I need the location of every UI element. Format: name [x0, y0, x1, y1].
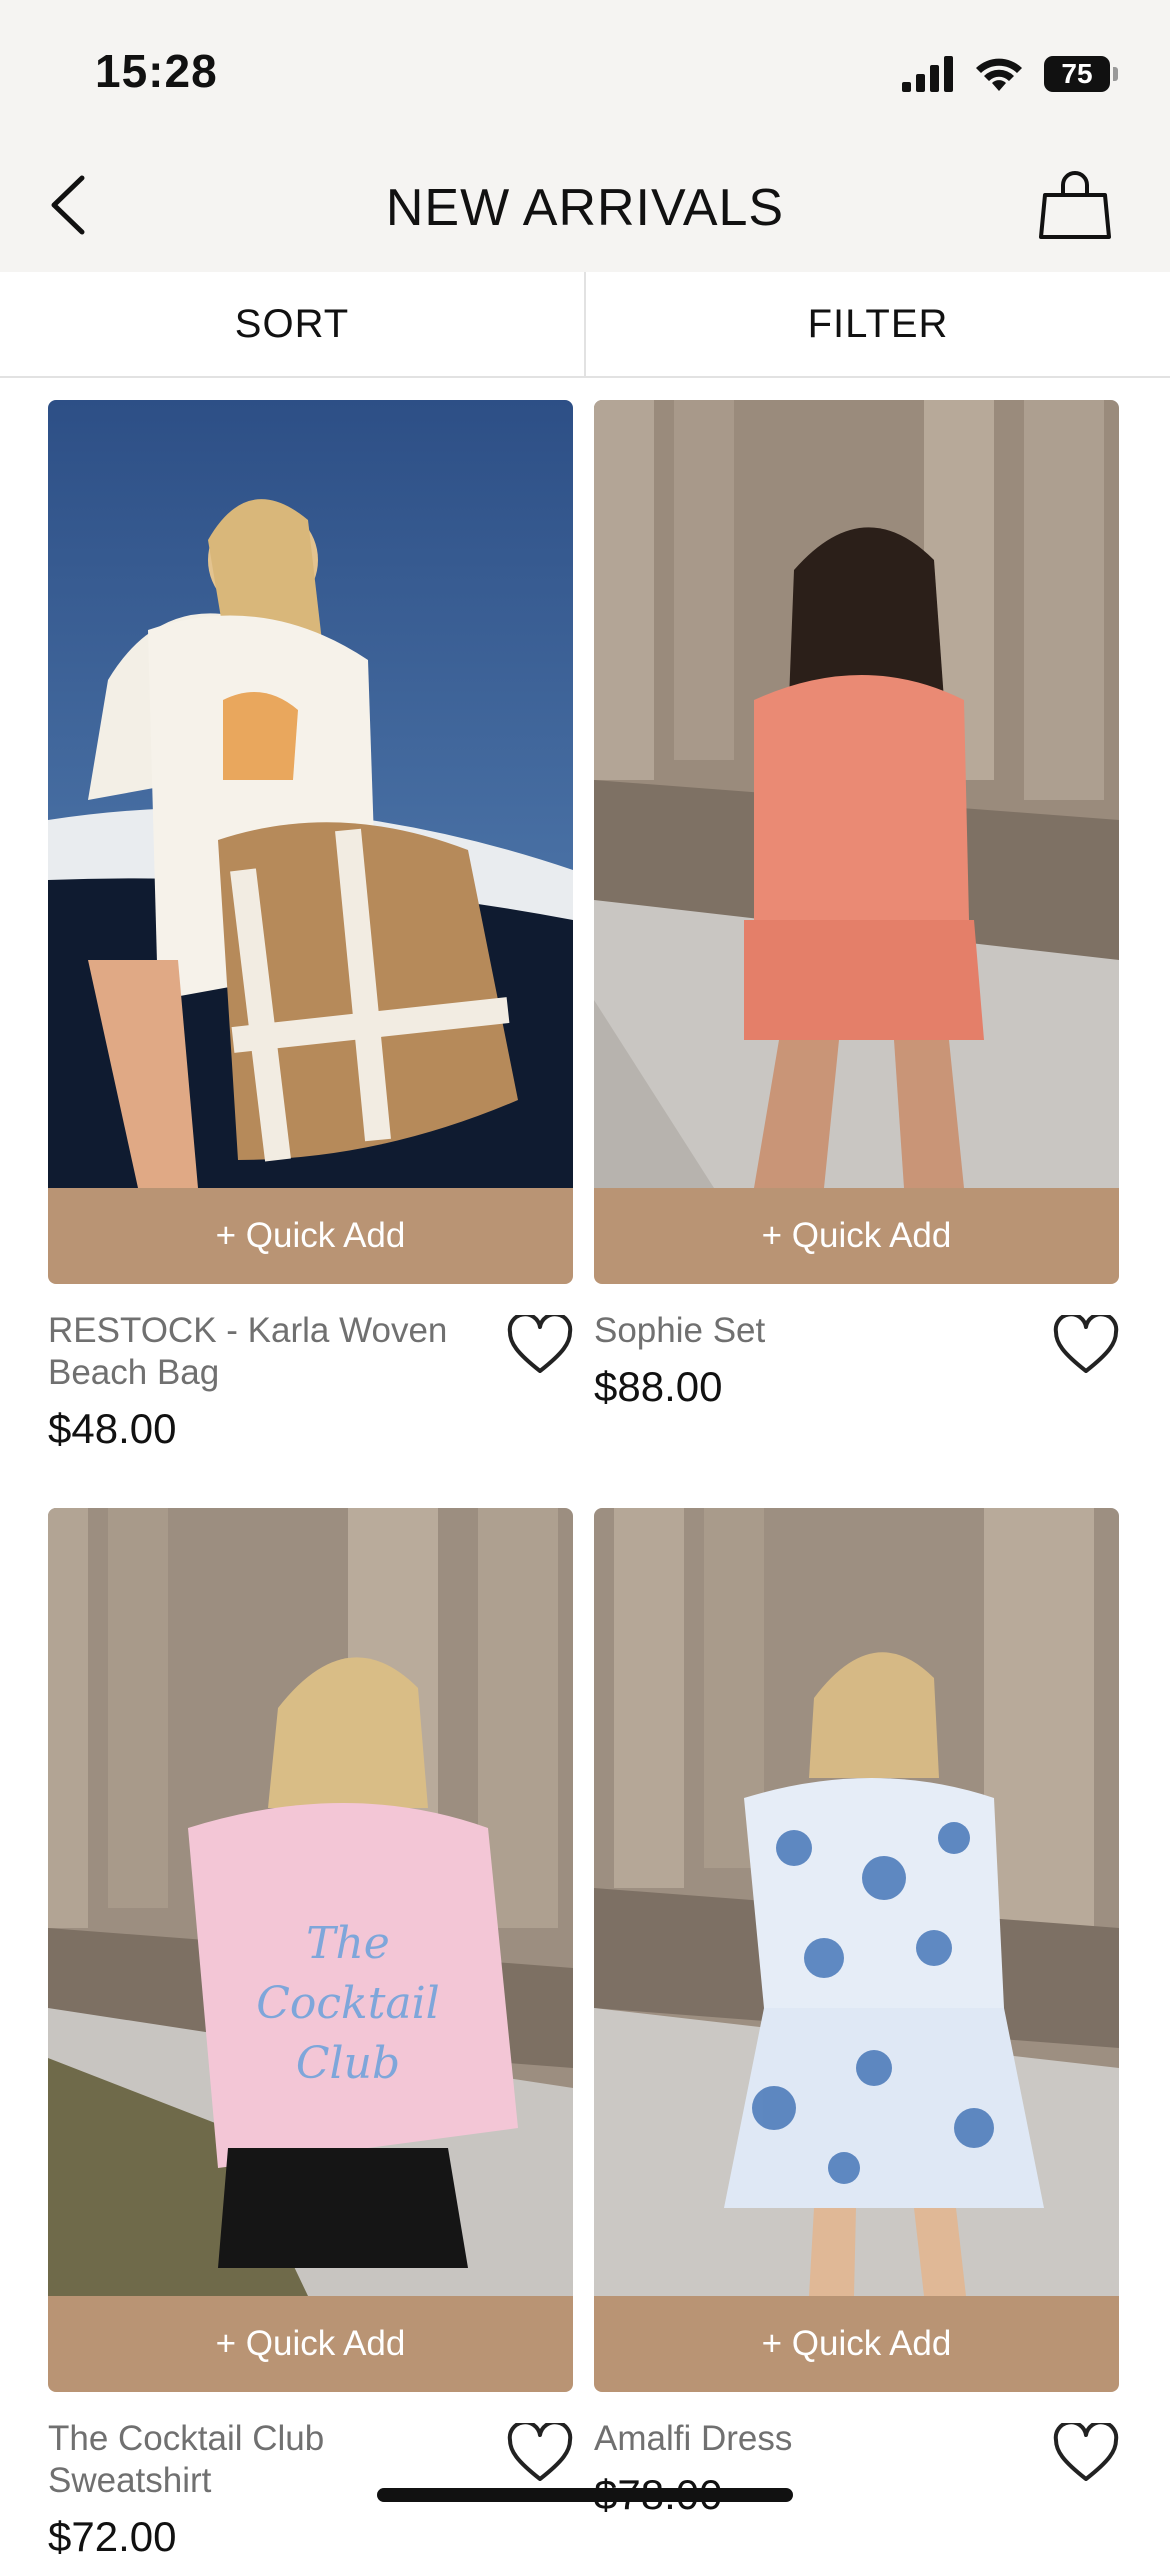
svg-text:Club: Club: [296, 2038, 400, 2089]
heart-icon[interactable]: [1053, 1315, 1119, 1375]
status-time: 15:28: [95, 45, 218, 97]
svg-text:Cocktail: Cocktail: [256, 1978, 440, 2029]
nav-bar: NEW ARRIVALS: [0, 140, 1170, 272]
heart-icon[interactable]: [507, 2423, 573, 2483]
quick-add-button[interactable]: + Quick Add: [594, 1188, 1119, 1284]
product-image[interactable]: [594, 400, 1119, 1188]
quick-add-button[interactable]: + Quick Add: [48, 2296, 573, 2392]
product-price: $48.00: [48, 1405, 177, 1452]
shopping-bag-icon[interactable]: [1035, 165, 1115, 245]
product-name[interactable]: Amalfi Dress: [594, 2418, 1014, 2460]
page-title: NEW ARRIVALS: [385, 179, 785, 237]
product-name[interactable]: Sophie Set: [594, 1310, 1014, 1352]
quick-add-button[interactable]: + Quick Add: [48, 1188, 573, 1284]
filter-button[interactable]: FILTER: [586, 272, 1170, 376]
status-bar: 15:28 75: [0, 0, 1170, 140]
battery-icon: 75: [1044, 56, 1118, 92]
heart-icon[interactable]: [1053, 2423, 1119, 2483]
product-image[interactable]: [48, 400, 573, 1188]
heart-icon[interactable]: [507, 1315, 573, 1375]
home-indicator[interactable]: [377, 2488, 793, 2502]
status-icons: 75: [902, 50, 1118, 98]
quick-add-button[interactable]: + Quick Add: [594, 2296, 1119, 2392]
product-name[interactable]: RESTOCK - Karla Woven Beach Bag: [48, 1310, 468, 1394]
product-price: $72.00: [48, 2513, 177, 2560]
sort-button[interactable]: SORT: [0, 272, 584, 376]
wifi-icon: [976, 58, 1022, 91]
product-image[interactable]: The Cocktail Club: [48, 1508, 573, 2296]
svg-text:The: The: [306, 1918, 390, 1969]
product-price: $88.00: [594, 1363, 723, 1410]
sort-filter-bar: SORT FILTER: [0, 272, 1170, 378]
product-image[interactable]: [594, 1508, 1119, 2296]
signal-icon: [902, 56, 953, 92]
